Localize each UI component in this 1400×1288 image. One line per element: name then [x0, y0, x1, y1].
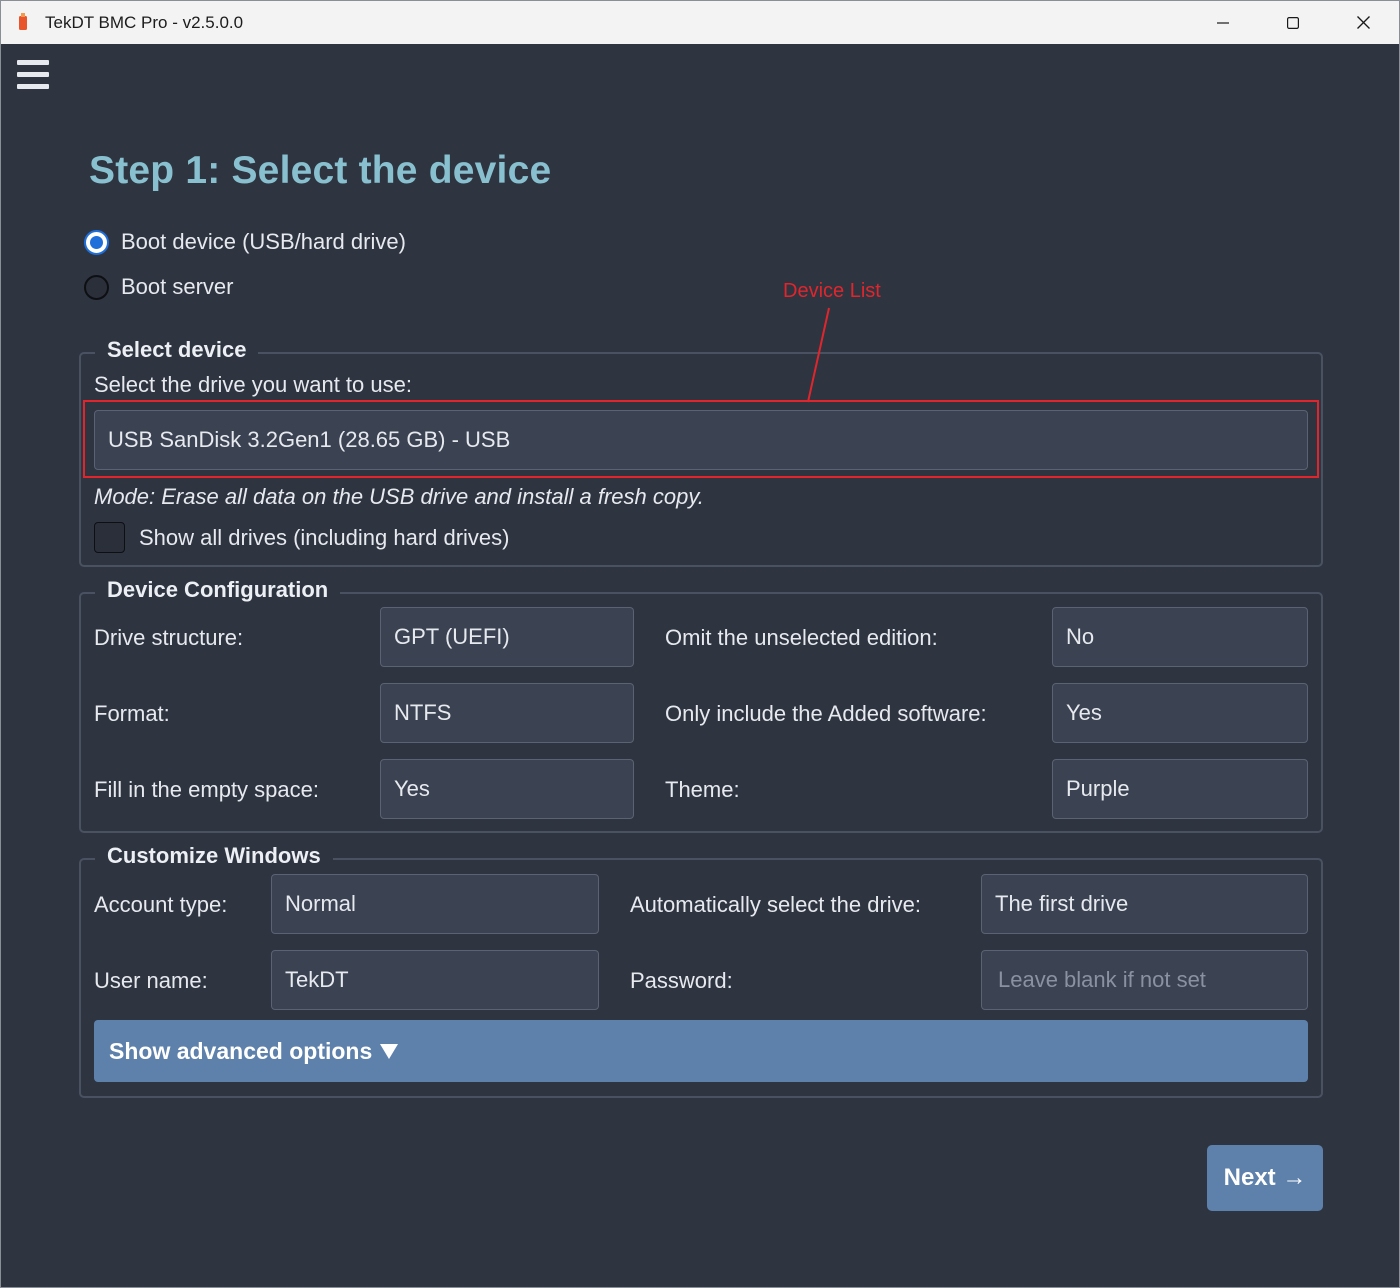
- close-icon: [1356, 16, 1370, 29]
- minimize-button[interactable]: [1188, 1, 1258, 44]
- radio-label: Boot device (USB/hard drive): [121, 229, 406, 254]
- mode-note: Mode: Erase all data on the USB drive an…: [94, 484, 704, 509]
- page-title: Step 1: Select the device: [89, 149, 552, 192]
- window-title: TekDT BMC Pro - v2.5.0.0: [45, 13, 244, 32]
- theme-select[interactable]: Purple: [1052, 759, 1308, 819]
- user-name-label: User name:: [94, 968, 208, 993]
- advanced-button-label: Show advanced options: [109, 1037, 373, 1064]
- omit-edition-value: No: [1066, 624, 1095, 649]
- maximize-button[interactable]: [1258, 1, 1328, 44]
- password-label: Password:: [630, 968, 733, 993]
- auto-select-label: Automatically select the drive:: [630, 892, 922, 917]
- show-advanced-options-button[interactable]: Show advanced options: [94, 1020, 1308, 1082]
- select-device-legend: Select device: [95, 337, 259, 363]
- account-type-value: Normal: [285, 891, 356, 916]
- device-config-legend: Device Configuration: [95, 577, 341, 603]
- next-button[interactable]: Next →: [1207, 1145, 1323, 1211]
- fill-empty-select[interactable]: Yes: [380, 759, 634, 819]
- annotation-label: Device List: [783, 280, 881, 302]
- user-name-value: TekDT: [285, 967, 349, 992]
- fill-empty-label: Fill in the empty space:: [94, 777, 319, 802]
- minimize-icon: [1217, 21, 1229, 24]
- format-select[interactable]: NTFS: [380, 683, 634, 743]
- maximize-icon: [1287, 16, 1299, 29]
- usb-drive-icon: [19, 13, 27, 30]
- only-added-select[interactable]: Yes: [1052, 683, 1308, 743]
- app-window: TekDT BMC Pro - v2.5.0.0 Step 1: Select …: [0, 0, 1400, 1288]
- show-all-drives-checkbox[interactable]: [94, 522, 125, 553]
- close-button[interactable]: [1328, 1, 1398, 44]
- auto-select-value: The first drive: [995, 891, 1129, 916]
- format-value: NTFS: [394, 700, 452, 725]
- show-all-drives-label[interactable]: Show all drives (including hard drives): [139, 525, 510, 551]
- drive-structure-value: GPT (UEFI): [394, 624, 510, 649]
- drive-structure-label: Drive structure:: [94, 625, 244, 650]
- auto-select-drive-select[interactable]: The first drive: [981, 874, 1308, 934]
- radio-label: Boot server: [121, 274, 234, 299]
- select-drive-prompt: Select the drive you want to use:: [94, 372, 412, 397]
- main-content: Step 1: Select the device Boot device (U…: [1, 44, 1399, 1287]
- omit-edition-select[interactable]: No: [1052, 607, 1308, 667]
- only-added-value: Yes: [1066, 700, 1102, 725]
- drive-structure-select[interactable]: GPT (UEFI): [380, 607, 634, 667]
- password-input[interactable]: Leave blank if not set: [981, 950, 1308, 1010]
- radio-boot-device[interactable]: Boot device (USB/hard drive): [84, 229, 406, 255]
- hamburger-menu-icon[interactable]: [17, 60, 49, 90]
- radio-unselected-indicator[interactable]: [84, 274, 109, 300]
- customize-windows-legend: Customize Windows: [95, 843, 333, 869]
- omit-edition-label: Omit the unselected edition:: [665, 625, 938, 650]
- theme-value: Purple: [1066, 776, 1130, 801]
- annotation-pointer: [807, 307, 830, 403]
- next-button-label: Next →: [1223, 1164, 1307, 1191]
- title-bar: TekDT BMC Pro - v2.5.0.0: [1, 1, 1399, 44]
- format-label: Format:: [94, 701, 170, 726]
- password-placeholder: Leave blank if not set: [998, 967, 1206, 992]
- only-added-label: Only include the Added software:: [665, 701, 987, 726]
- account-type-label: Account type:: [94, 892, 228, 917]
- theme-label: Theme:: [665, 777, 740, 802]
- fill-empty-value: Yes: [394, 776, 430, 801]
- device-list-highlight: [83, 400, 1319, 478]
- account-type-select[interactable]: Normal: [271, 874, 599, 934]
- caret-down-icon: [380, 1044, 399, 1059]
- user-name-input[interactable]: TekDT: [271, 950, 599, 1010]
- radio-boot-server[interactable]: Boot server: [84, 274, 234, 300]
- radio-selected-indicator[interactable]: [84, 229, 109, 255]
